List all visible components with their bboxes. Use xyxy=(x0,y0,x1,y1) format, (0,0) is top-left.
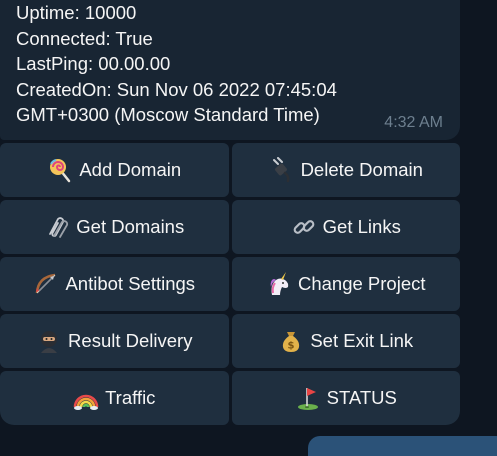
createdon-line: CreatedOn: Sun Nov 06 2022 07:45:04 xyxy=(16,78,337,100)
status-label: STATUS xyxy=(326,387,397,408)
money-bag-icon: $ xyxy=(278,328,304,354)
unicorn-icon xyxy=(266,271,292,297)
plug-icon xyxy=(269,157,295,183)
get-domains-button[interactable]: Get Domains xyxy=(0,200,229,254)
result-delivery-button[interactable]: Result Delivery xyxy=(0,314,229,368)
rainbow-icon xyxy=(73,385,99,411)
status-button[interactable]: STATUS xyxy=(231,371,460,425)
inline-keyboard: Add Domain Delete Domain Get Domains Get… xyxy=(0,143,460,428)
change-project-label: Change Project xyxy=(297,273,426,294)
set-exit-link-label: Set Exit Link xyxy=(310,330,414,351)
keyboard-row: Result Delivery $ Set Exit Link xyxy=(0,314,460,368)
timezone-line: GMT+0300 (Moscow Standard Time) xyxy=(16,104,320,126)
add-domain-label: Add Domain xyxy=(79,159,182,180)
ninja-icon xyxy=(36,328,62,354)
paperclips-icon xyxy=(44,214,70,240)
get-links-button[interactable]: Get Links xyxy=(231,200,460,254)
delete-domain-button[interactable]: Delete Domain xyxy=(231,143,460,197)
golf-flag-icon xyxy=(295,385,321,411)
set-exit-link-button[interactable]: $ Set Exit Link xyxy=(231,314,460,368)
message-timestamp: 4:32 AM xyxy=(384,114,443,131)
link-icon xyxy=(291,214,317,240)
keyboard-row: Add Domain Delete Domain xyxy=(0,143,460,197)
connected-line: Connected: True xyxy=(16,27,153,49)
lastping-line: LastPing: 00.00.00 xyxy=(16,53,171,75)
get-domains-label: Get Domains xyxy=(76,216,185,237)
traffic-label: Traffic xyxy=(105,387,156,408)
bot-message-bubble: Uptime: 10000 Connected: True LastPing: … xyxy=(0,0,460,140)
keyboard-row: Traffic STATUS xyxy=(0,371,460,425)
next-message-bubble-edge xyxy=(308,436,497,456)
traffic-button[interactable]: Traffic xyxy=(0,371,229,425)
keyboard-row: Get Domains Get Links xyxy=(0,200,460,254)
lollipop-icon xyxy=(47,157,73,183)
delete-domain-label: Delete Domain xyxy=(300,159,423,180)
antibot-settings-button[interactable]: Antibot Settings xyxy=(0,257,229,311)
get-links-label: Get Links xyxy=(322,216,401,237)
bow-and-arrow-icon xyxy=(33,271,59,297)
antibot-settings-label: Antibot Settings xyxy=(65,273,196,294)
svg-text:$: $ xyxy=(288,341,295,352)
change-project-button[interactable]: Change Project xyxy=(231,257,460,311)
add-domain-button[interactable]: Add Domain xyxy=(0,143,229,197)
uptime-line: Uptime: 10000 xyxy=(16,2,137,23)
result-delivery-label: Result Delivery xyxy=(68,330,193,351)
keyboard-row: Antibot Settings Change Project xyxy=(0,257,460,311)
